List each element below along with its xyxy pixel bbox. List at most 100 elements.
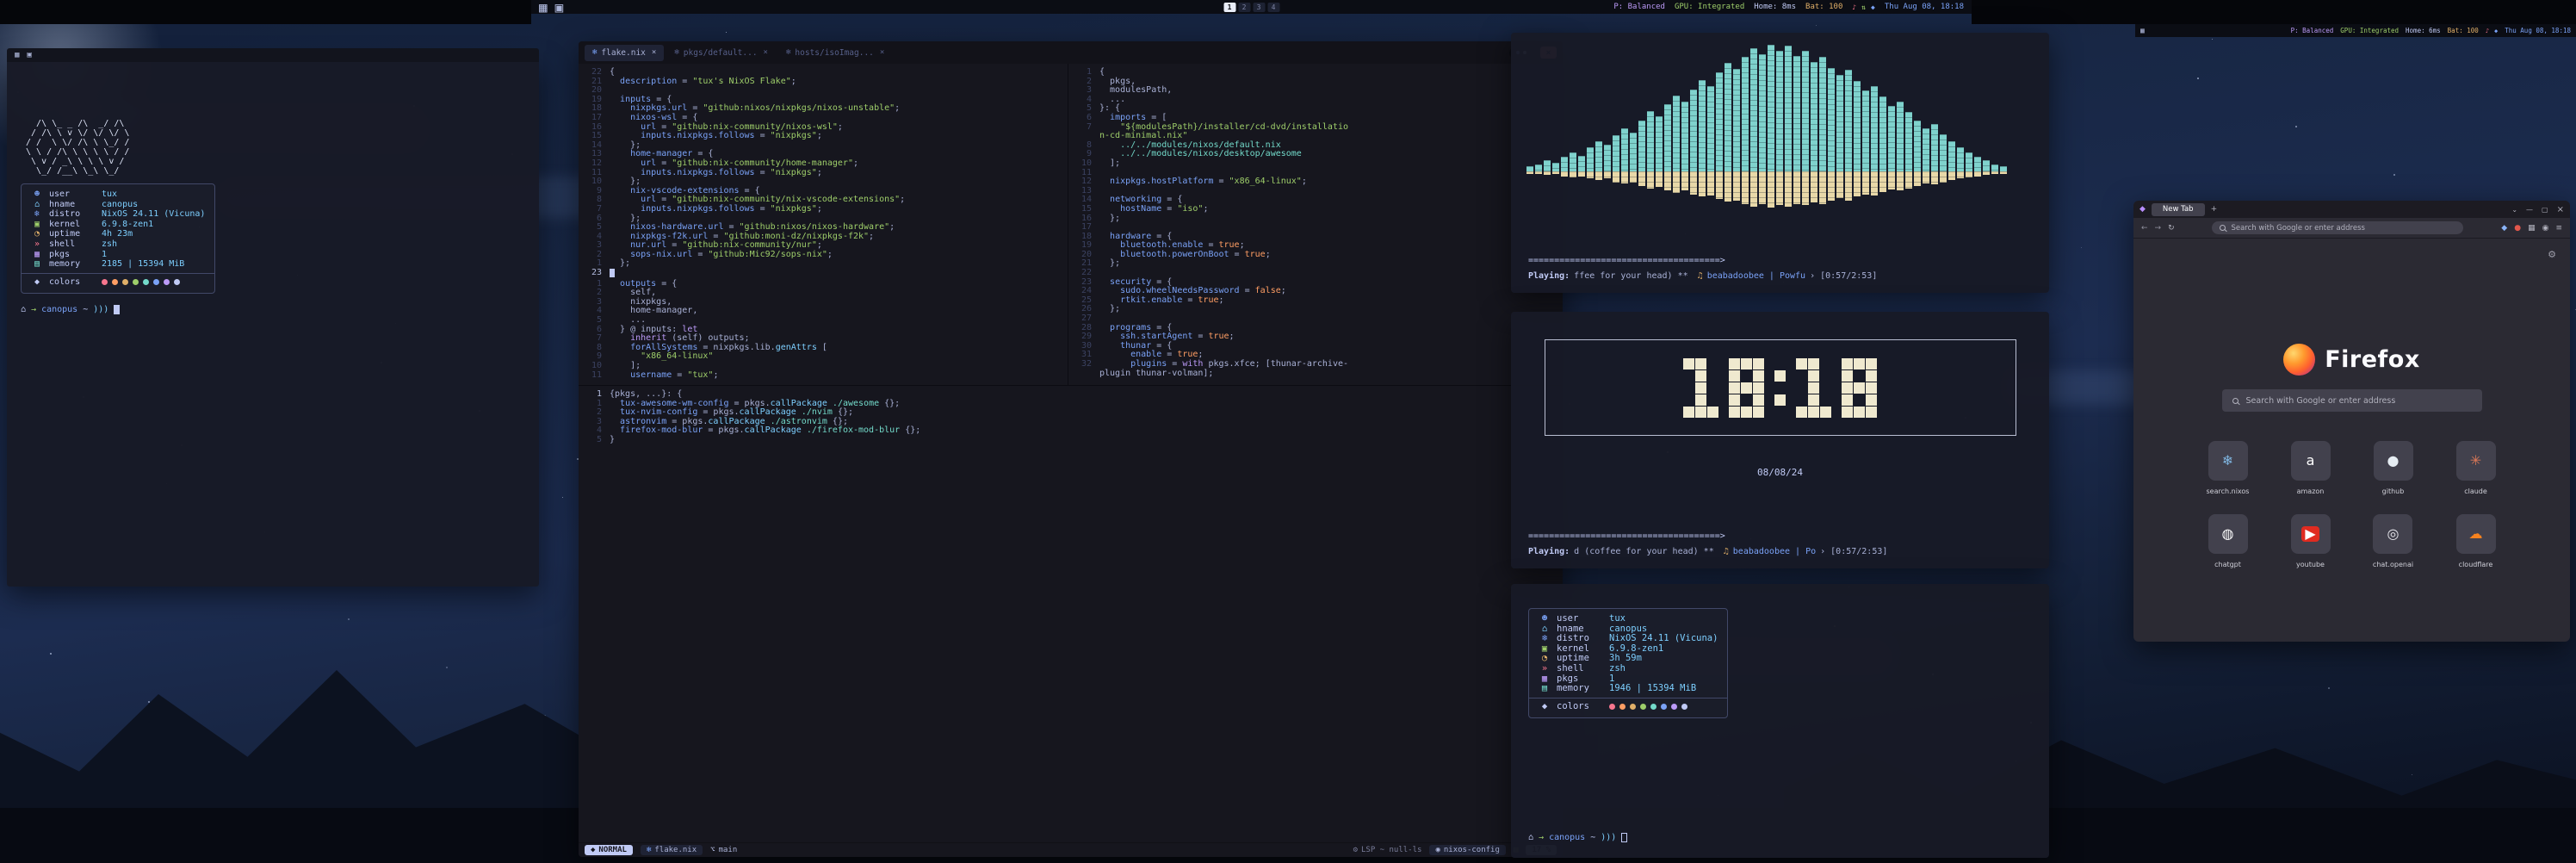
- new-tab-button[interactable]: +: [2211, 205, 2218, 214]
- shortcut-tile-chat-openai[interactable]: ◎chat.openai: [2373, 514, 2413, 568]
- shortcut-label: cloudflare: [2459, 561, 2493, 568]
- tray-icon[interactable]: ♪: [2486, 28, 2489, 34]
- battery-status[interactable]: Bat: 100: [1805, 3, 1842, 11]
- tray-icon[interactable]: ♪: [1852, 3, 1856, 11]
- power-profile-status[interactable]: P: Balanced: [2291, 27, 2334, 34]
- workspace-button-3[interactable]: 3: [1253, 3, 1265, 12]
- shortcut-tile-youtube[interactable]: ▶youtube: [2291, 514, 2331, 568]
- shell-prompt[interactable]: ⌂→canopus~))): [1528, 833, 1627, 842]
- code-line: 2 sops-nix.url = "github:Mic92/sops-nix"…: [579, 251, 1068, 260]
- clock-status[interactable]: Thu Aug 08, 18:18: [1885, 3, 1964, 11]
- tab-close-icon[interactable]: ×: [880, 48, 884, 57]
- shell-prompt[interactable]: ⌂→canopus~))): [21, 305, 525, 314]
- extension-icon[interactable]: ≡: [2555, 224, 2562, 233]
- terminal-window-fetch-left[interactable]: /\ \_ _ /\ _/ /\ / /\ \ v \/ \/ \/ \ / /…: [7, 62, 539, 587]
- editor-tab-hosts-isoImag-[interactable]: ❄hosts/isoImag...×: [778, 45, 892, 61]
- digit-cell: [1774, 370, 1786, 382]
- clock-status[interactable]: Thu Aug 08, 18:18: [2505, 27, 2571, 34]
- maximize-button[interactable]: ▢: [2542, 206, 2548, 214]
- visualizer-bar-bottom: [1948, 171, 1955, 180]
- url-bar[interactable]: Search with Google or enter address: [2212, 221, 2463, 234]
- code-line: 11 username = "tux";: [579, 371, 1068, 381]
- shortcut-tile-cloudflare[interactable]: ☁cloudflare: [2456, 514, 2496, 568]
- terminal-window-fetch-right[interactable]: ☻usertux⌂hnamecanopus❄distroNixOS 24.11 …: [1511, 584, 2049, 858]
- workspace-button-2[interactable]: 2: [1238, 3, 1250, 12]
- visualizer-bar-top: [1897, 102, 1904, 171]
- fetch-value: zsh: [102, 239, 117, 250]
- nix-icon: ❄: [786, 48, 790, 57]
- shortcut-tile-search-nixos[interactable]: ❄search.nixos: [2207, 441, 2250, 495]
- battery-status[interactable]: Bat: 100: [2448, 27, 2479, 34]
- tray-icon[interactable]: ⇅: [1861, 3, 1866, 11]
- editor-tab-flake-nix[interactable]: ❄flake.nix×: [585, 45, 664, 61]
- list-tabs-icon[interactable]: ⌄: [2511, 206, 2517, 214]
- launcher-icon[interactable]: ▣: [27, 51, 31, 59]
- shortcut-tile-claude[interactable]: ✳claude: [2456, 441, 2496, 495]
- prompt-path: ~: [83, 305, 88, 314]
- launcher-icon[interactable]: ▣: [555, 0, 564, 16]
- line-number: 10: [1068, 159, 1092, 169]
- browser-tab-new-tab[interactable]: New Tab: [2152, 203, 2205, 216]
- gpu-status[interactable]: GPU: Integrated: [1675, 3, 1744, 11]
- git-branch[interactable]: ⌥ main: [710, 846, 737, 854]
- code-pane-iso[interactable]: 1{2 pkgs,3 modulesPath,4 ...5}: {6 impor…: [1068, 64, 1563, 385]
- system-tray[interactable]: ♪◆: [2486, 28, 2498, 34]
- launcher-icon[interactable]: ▦: [15, 51, 19, 59]
- visualizer-bar-top: [1862, 90, 1869, 171]
- shortcut-tile-chatgpt[interactable]: ◍chatgpt: [2208, 514, 2248, 568]
- fetch-label: colors: [49, 277, 96, 288]
- tray-icon[interactable]: ◆: [2494, 28, 2498, 34]
- visualizer-bar-bottom: [1957, 171, 1964, 178]
- visualizer-window[interactable]: =====================================> P…: [1511, 33, 2049, 293]
- shortcut-tile-github[interactable]: ●github: [2374, 441, 2413, 495]
- star: [562, 497, 563, 498]
- tray-icon[interactable]: ◆: [1871, 3, 1875, 11]
- tab-label: flake.nix: [601, 48, 645, 58]
- clock-window[interactable]: 08/08/24 ===============================…: [1511, 312, 2049, 568]
- digit-cell: [1820, 382, 1831, 394]
- visualizer-bar-bottom: [1802, 171, 1809, 205]
- digit-cell: [1707, 407, 1718, 418]
- visualizer-bar: [1673, 96, 1680, 193]
- extension-icon[interactable]: ▦: [2528, 224, 2536, 233]
- code-pane-flake[interactable]: 22{21 description = "tux's NixOS Flake";…: [579, 64, 1068, 385]
- gpu-status[interactable]: GPU: Integrated: [2340, 27, 2399, 34]
- reload-button[interactable]: ↻: [2168, 224, 2175, 233]
- launcher-icon[interactable]: ▦: [2140, 27, 2145, 34]
- url-placeholder: Search with Google or enter address: [2231, 224, 2364, 233]
- digit-cell: [1866, 358, 1877, 369]
- visualizer-bar-bottom: [1931, 171, 1938, 184]
- launcher-icon[interactable]: ▦: [539, 0, 548, 16]
- shortcut-tile-amazon[interactable]: aamazon: [2291, 441, 2331, 495]
- desktop: { "bar_primary": { "left_icons": ["▦","▣…: [0, 0, 2576, 863]
- workspace-button-1[interactable]: 1: [1223, 3, 1235, 12]
- close-button[interactable]: ×: [2557, 205, 2564, 214]
- home-search-bar[interactable]: Search with Google or enter address: [2222, 389, 2482, 412]
- code-line: 16 };: [1068, 214, 1563, 224]
- gear-icon[interactable]: ⚙: [2548, 249, 2556, 260]
- back-button[interactable]: ←: [2141, 224, 2148, 233]
- forward-button[interactable]: →: [2155, 224, 2162, 233]
- search-icon: [2232, 398, 2239, 404]
- distro-icon: ❄: [31, 209, 43, 220]
- tab-close-icon[interactable]: ×: [764, 48, 768, 57]
- memory-icon: ▤: [1539, 684, 1551, 694]
- extension-icon[interactable]: ●: [2514, 224, 2521, 233]
- firefox-view-icon[interactable]: ◆: [2139, 205, 2146, 214]
- extension-icon[interactable]: ◉: [2542, 224, 2549, 233]
- system-tray[interactable]: ♪ ⇅ ◆: [1852, 3, 1874, 11]
- tab-close-icon[interactable]: ×: [652, 48, 656, 57]
- visualizer-bar: [1957, 147, 1964, 178]
- network-latency-status[interactable]: Home: 6ms: [2406, 27, 2441, 34]
- minimize-button[interactable]: —: [2526, 206, 2533, 214]
- file-chip[interactable]: ❄ flake.nix: [641, 845, 703, 855]
- repo-chip[interactable]: ◉ nixos-config: [1429, 845, 1505, 855]
- code-pane-packages[interactable]: 1{pkgs, ...}: {1 tux-awesome-wm-config =…: [579, 386, 1563, 842]
- visualizer-bar-top: [1802, 51, 1809, 171]
- power-profile-status[interactable]: P: Balanced: [1613, 3, 1665, 11]
- extension-icon[interactable]: ◆: [2501, 224, 2507, 233]
- editor-tab-pkgs-default-[interactable]: ❄pkgs/default...×: [666, 45, 776, 61]
- network-latency-status[interactable]: Home: 8ms: [1754, 3, 1796, 11]
- code-text: plugins = with pkgs.xfce; [thunar-archiv…: [1099, 360, 1348, 369]
- workspace-button-4[interactable]: 4: [1267, 3, 1279, 12]
